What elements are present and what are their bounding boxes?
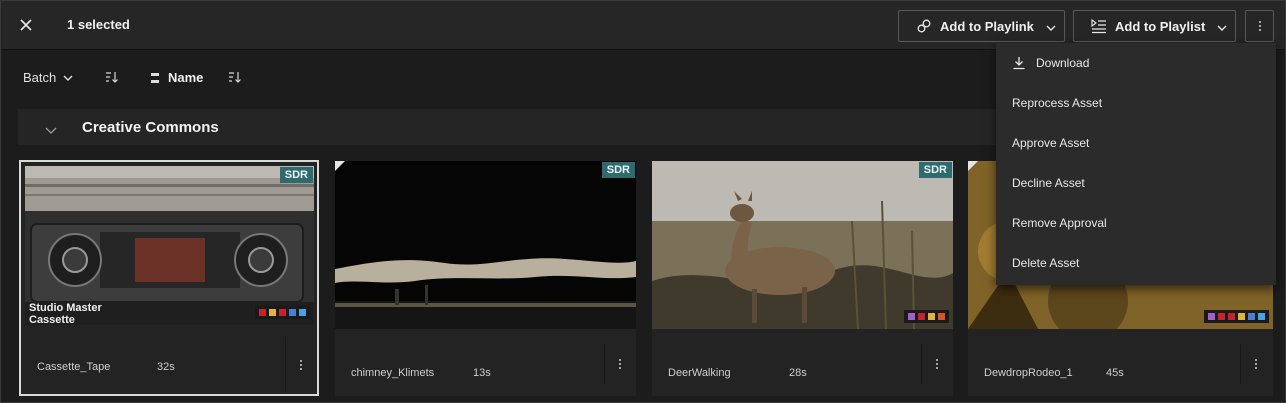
batch-label: Batch (23, 70, 57, 85)
asset-name: chimney_Klimets (351, 367, 435, 379)
menu-item-decline[interactable]: Decline Asset (996, 163, 1276, 203)
menu-item-label: Decline Asset (1012, 176, 1085, 190)
asset-card[interactable]: SDR DeerWalking 28s (652, 161, 953, 396)
asset-name: DewdropRodeo_1 (984, 367, 1073, 379)
chimney-image (335, 161, 636, 329)
color-swatches (904, 310, 949, 323)
group-title: Creative Commons (82, 119, 219, 136)
asset-thumbnail[interactable]: Studio Master Cassette SDR (25, 166, 314, 325)
asset-browser: 1 selected Add to Playlink Add to Playli… (0, 0, 1286, 403)
collapse-chevron-icon[interactable] (45, 122, 57, 134)
add-to-playlink-label: Add to Playlink (940, 18, 1034, 34)
asset-more-button[interactable] (285, 337, 315, 392)
more-actions-menu: Download Reprocess Asset Approve Asset D… (996, 43, 1276, 285)
asset-card[interactable]: Studio Master Cassette SDR Cassette_Tape… (19, 160, 319, 396)
menu-item-label: Reprocess Asset (1012, 96, 1103, 110)
asset-duration: 32s (157, 361, 175, 373)
chevron-down-icon (1046, 21, 1056, 31)
color-swatches (255, 306, 310, 319)
menu-item-reprocess[interactable]: Reprocess Asset (996, 83, 1276, 123)
menu-item-delete[interactable]: Delete Asset (996, 243, 1276, 283)
color-swatches (1204, 310, 1269, 323)
asset-more-button[interactable] (1240, 344, 1270, 384)
chevron-down-icon (63, 75, 73, 81)
sort-direction-icon[interactable] (228, 70, 242, 84)
group-header: Creative Commons (18, 109, 1018, 145)
add-to-playlink-button[interactable]: Add to Playlink (898, 10, 1065, 42)
corner-indicator (968, 161, 978, 171)
menu-item-approve[interactable]: Approve Asset (996, 123, 1276, 163)
more-actions-button[interactable] (1245, 10, 1274, 42)
thumbnail-overlay-text: Studio Master Cassette (29, 302, 102, 325)
close-icon[interactable] (15, 14, 37, 36)
menu-item-label: Delete Asset (1012, 256, 1080, 270)
more-vertical-icon (1258, 21, 1261, 31)
asset-card[interactable]: SDR chimney_Klimets 13s (335, 161, 636, 396)
menu-item-label: Approve Asset (1012, 136, 1090, 150)
sdr-badge: SDR (279, 167, 313, 183)
more-vertical-icon (618, 359, 621, 369)
sdr-badge: SDR (601, 162, 635, 178)
menu-item-label: Remove Approval (1012, 216, 1107, 230)
deer-image (652, 161, 953, 329)
download-icon (1012, 56, 1026, 70)
menu-item-remove-approval[interactable]: Remove Approval (996, 203, 1276, 243)
corner-indicator (335, 161, 345, 171)
selection-count: 1 selected (67, 17, 130, 32)
asset-duration: 28s (789, 367, 807, 379)
asset-thumbnail[interactable]: SDR (335, 161, 636, 329)
menu-item-download[interactable]: Download (996, 43, 1276, 83)
sort-field-icon (151, 72, 159, 83)
add-to-playlist-button[interactable]: Add to Playlist (1073, 10, 1236, 42)
more-vertical-icon (299, 359, 302, 370)
asset-duration: 45s (1106, 367, 1124, 379)
more-vertical-icon (1254, 359, 1257, 369)
chevron-down-icon (1217, 21, 1227, 31)
sort-field-label: Name (168, 70, 204, 85)
sdr-badge: SDR (918, 162, 952, 178)
asset-duration: 13s (473, 367, 491, 379)
menu-item-label: Download (1036, 56, 1090, 70)
asset-thumbnail[interactable]: SDR (652, 161, 953, 329)
sort-field-button[interactable]: Name (151, 70, 203, 85)
asset-name: DeerWalking (668, 367, 731, 379)
sort-order-icon[interactable] (105, 70, 119, 84)
link-icon (916, 18, 932, 34)
asset-more-button[interactable] (604, 344, 634, 384)
add-to-playlist-label: Add to Playlist (1115, 18, 1206, 34)
batch-dropdown[interactable]: Batch (23, 70, 73, 85)
asset-more-button[interactable] (921, 344, 951, 384)
asset-name: Cassette_Tape (37, 361, 111, 373)
more-vertical-icon (935, 359, 938, 369)
playlist-icon (1091, 18, 1107, 34)
